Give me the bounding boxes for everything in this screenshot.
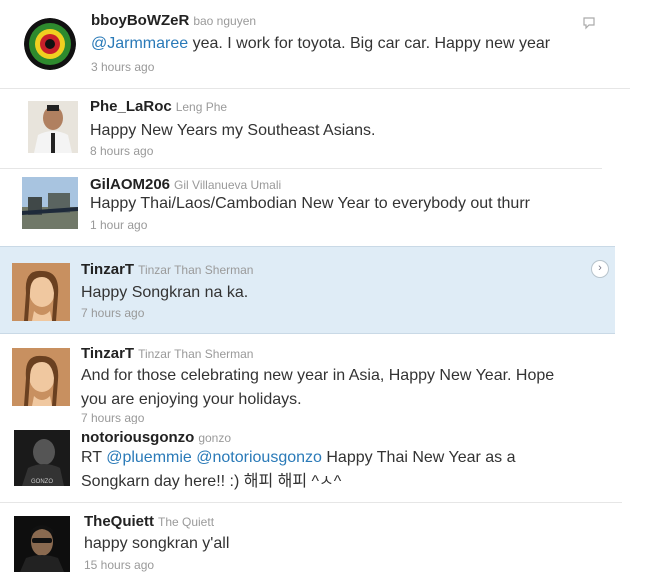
tweet-timestamp[interactable]: 15 hours ago bbox=[84, 558, 154, 572]
reply-icon[interactable] bbox=[582, 16, 596, 30]
tweet-card[interactable]: bboyBoWZeR bao nguyen @Jarmmaree yea. I w… bbox=[0, 0, 608, 84]
avatar[interactable] bbox=[22, 177, 78, 229]
tweet-timestamp[interactable]: 1 hour ago bbox=[90, 218, 147, 232]
avatar[interactable] bbox=[14, 516, 70, 572]
tweet-text-line: And for those celebrating new year in As… bbox=[81, 367, 555, 384]
avatar-photo bbox=[28, 101, 78, 153]
avatar[interactable] bbox=[12, 348, 70, 406]
tweet-card[interactable]: GONZO notoriousgonzo gonzo RT @pluemmie @… bbox=[0, 424, 612, 502]
tweet-text-body: yea. I work for toyota. Big car car. Hap… bbox=[188, 35, 551, 52]
avatar-caption: GONZO bbox=[31, 479, 53, 485]
tweet-text: Happy Thai/Laos/Cambodian New Year to ev… bbox=[90, 195, 530, 212]
tweet-card[interactable]: TinzarT Tinzar Than Sherman And for those… bbox=[0, 340, 620, 424]
tweet-timestamp[interactable]: 7 hours ago bbox=[81, 411, 144, 424]
avatar-photo bbox=[12, 348, 70, 406]
tweet-handle[interactable]: notoriousgonzo bbox=[81, 429, 194, 446]
avatar[interactable] bbox=[28, 101, 78, 153]
tweet-handle[interactable]: TheQuiett bbox=[84, 513, 154, 530]
tweet-card[interactable]: TheQuiett The Quiett happy songkran y'all… bbox=[0, 502, 622, 580]
tweet-fullname: Leng Phe bbox=[175, 100, 228, 114]
mention-link[interactable]: @notoriousgonzo bbox=[196, 449, 322, 466]
tweet-card[interactable]: Phe_LaRoc Leng Phe Happy New Years my Sou… bbox=[0, 88, 630, 169]
tweet-handle[interactable]: TinzarT bbox=[81, 345, 134, 362]
tweet-text-body: Happy Thai New Year as a bbox=[321, 449, 516, 466]
mention-link[interactable]: @Jarmmaree bbox=[91, 35, 188, 52]
tweet-fullname: Gil Villanueva Umali bbox=[174, 178, 282, 192]
tweet-text: RT @pluemmie @notoriousgonzo Happy Thai … bbox=[81, 446, 606, 494]
tweet-handle[interactable]: GilAOM206 bbox=[90, 176, 170, 193]
avatar[interactable] bbox=[24, 18, 76, 70]
avatar-photo bbox=[22, 177, 78, 229]
tweet-fullname: bao nguyen bbox=[193, 14, 257, 28]
tweet-timestamp[interactable]: 3 hours ago bbox=[91, 60, 154, 74]
tweet-text-body: RT bbox=[81, 449, 107, 466]
tweet-fullname: The Quiett bbox=[158, 515, 215, 529]
mention-link[interactable]: @pluemmie bbox=[106, 449, 192, 466]
chevron-right-icon[interactable]: › bbox=[591, 260, 609, 278]
tweet-text: Happy Songkran na ka. bbox=[81, 284, 249, 301]
tweet-text: @Jarmmaree yea. I work for toyota. Big c… bbox=[91, 32, 550, 56]
tweet-handle[interactable]: Phe_LaRoc bbox=[90, 98, 172, 115]
tweet-handle[interactable]: bboyBoWZeR bbox=[91, 12, 189, 29]
avatar-logo-image bbox=[24, 18, 76, 70]
avatar-photo bbox=[12, 263, 70, 321]
avatar[interactable] bbox=[12, 263, 70, 321]
tweet-card[interactable]: GilAOM206 Gil Villanueva Umali Happy Thai… bbox=[0, 168, 602, 245]
tweet-fullname: gonzo bbox=[198, 431, 232, 445]
avatar-photo bbox=[14, 516, 70, 572]
tweet-timestamp[interactable]: 8 hours ago bbox=[90, 144, 153, 158]
tweet-fullname: Tinzar Than Sherman bbox=[138, 347, 254, 361]
tweet-timestamp[interactable]: 7 hours ago bbox=[81, 306, 144, 320]
tweet-text-line: Songkarn day here!! :) 해피 해피 ^ㅅ^ bbox=[81, 473, 342, 490]
tweet-fullname: Tinzar Than Sherman bbox=[138, 263, 254, 277]
tweet-card-highlighted[interactable]: TinzarT Tinzar Than Sherman Happy Songkra… bbox=[0, 246, 615, 334]
avatar-photo: GONZO bbox=[14, 430, 70, 486]
tweet-text-line: you are enjoying your holidays. bbox=[81, 391, 302, 408]
avatar[interactable]: GONZO bbox=[14, 430, 70, 486]
tweet-text: And for those celebrating new year in As… bbox=[81, 364, 616, 412]
tweet-text: happy songkran y'all bbox=[84, 535, 230, 552]
tweet-text: Happy New Years my Southeast Asians. bbox=[90, 122, 376, 139]
tweet-handle[interactable]: TinzarT bbox=[81, 261, 134, 278]
